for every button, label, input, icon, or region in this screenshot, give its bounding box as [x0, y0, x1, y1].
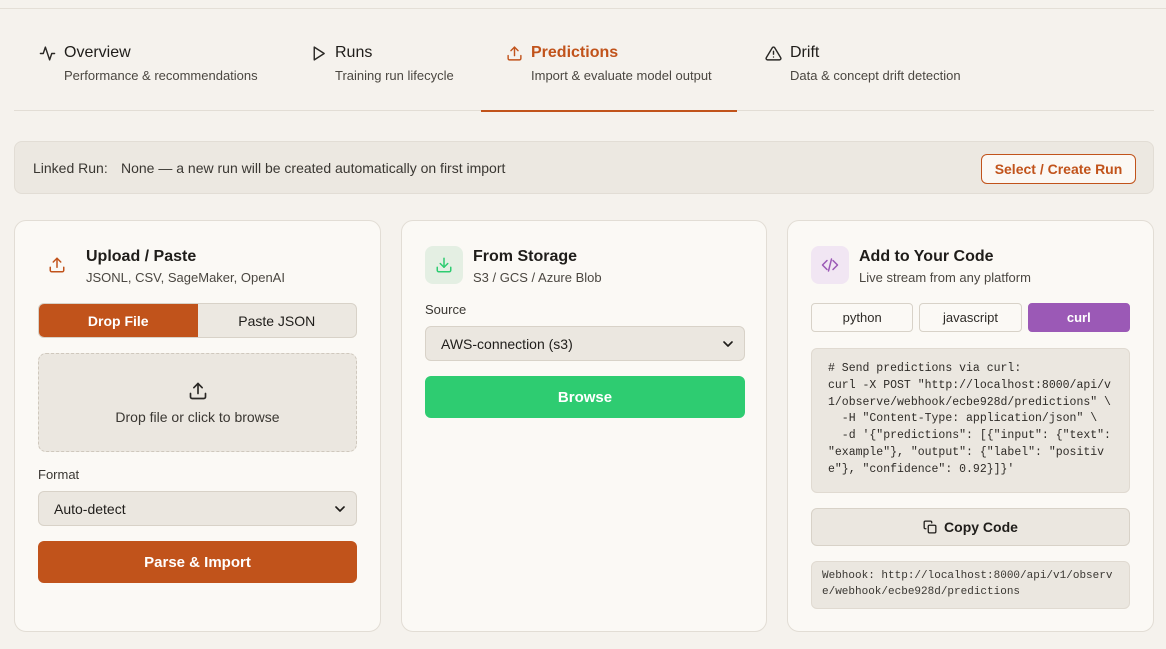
card-subtitle: JSONL, CSV, SageMaker, OpenAI: [86, 270, 285, 285]
code-snippet: # Send predictions via curl: curl -X POS…: [811, 348, 1130, 493]
tab-title: Overview: [64, 44, 131, 61]
card-title: From Storage: [473, 248, 578, 265]
language-tabs: python javascript curl: [811, 303, 1130, 332]
source-label: Source: [425, 302, 467, 317]
source-select-value: AWS-connection (s3): [441, 335, 573, 352]
file-drop-zone[interactable]: Drop file or click to browse: [38, 353, 357, 452]
tab-title: Runs: [335, 44, 373, 61]
tab-overview[interactable]: Overview Performance & recommendations: [39, 40, 258, 111]
tab-title: Drift: [790, 44, 820, 61]
language-tab-javascript[interactable]: javascript: [919, 303, 1022, 332]
drop-file-mode-button[interactable]: Drop File: [39, 304, 198, 337]
upload-icon: [506, 45, 523, 62]
source-select[interactable]: AWS-connection (s3): [425, 326, 745, 361]
tab-subtitle: Training run lifecycle: [335, 68, 454, 83]
chevron-down-icon: [723, 341, 733, 347]
tab-subtitle: Import & evaluate model output: [531, 68, 712, 83]
tab-predictions[interactable]: Predictions Import & evaluate model outp…: [481, 40, 737, 112]
card-title: Upload / Paste: [86, 248, 197, 265]
tab-title: Predictions: [531, 44, 619, 61]
select-create-run-button[interactable]: Select / Create Run: [981, 154, 1136, 184]
upload-paste-card: Upload / Paste JSONL, CSV, SageMaker, Op…: [14, 220, 381, 632]
top-divider: [0, 8, 1166, 9]
add-to-code-card: Add to Your Code Live stream from any pl…: [787, 220, 1154, 632]
language-tab-curl[interactable]: curl: [1027, 303, 1130, 332]
language-tab-python[interactable]: python: [811, 303, 914, 332]
webhook-url: Webhook: http://localhost:8000/api/v1/ob…: [811, 561, 1130, 609]
card-subtitle: Live stream from any platform: [859, 270, 1031, 285]
linked-run-bar: Linked Run: None — a new run will be cre…: [14, 141, 1154, 194]
input-mode-toggle: Drop File Paste JSON: [38, 303, 357, 338]
tab-runs[interactable]: Runs Training run lifecycle: [310, 40, 454, 111]
activity-icon: [39, 45, 56, 62]
download-icon: [425, 246, 463, 284]
upload-icon: [189, 382, 206, 399]
warning-icon: [765, 45, 782, 62]
from-storage-card: From Storage S3 / GCS / Azure Blob Sourc…: [401, 220, 767, 632]
tab-subtitle: Data & concept drift detection: [790, 68, 961, 83]
copy-code-label: Copy Code: [944, 519, 1018, 535]
paste-json-mode-button[interactable]: Paste JSON: [198, 304, 357, 337]
card-subtitle: S3 / GCS / Azure Blob: [473, 270, 602, 285]
tab-bar: Overview Performance & recommendations R…: [14, 40, 1154, 112]
play-icon: [310, 45, 327, 62]
code-icon: [811, 246, 849, 284]
tab-drift[interactable]: Drift Data & concept drift detection: [765, 40, 961, 111]
chevron-down-icon: [335, 506, 345, 512]
format-select[interactable]: Auto-detect: [38, 491, 357, 526]
copy-icon: [923, 520, 937, 534]
drop-zone-text: Drop file or click to browse: [115, 408, 280, 425]
format-select-value: Auto-detect: [54, 500, 126, 517]
copy-code-button[interactable]: Copy Code: [811, 508, 1130, 546]
linked-run-label: Linked Run:: [33, 160, 108, 176]
linked-run-value: None — a new run will be created automat…: [121, 160, 506, 176]
browse-button[interactable]: Browse: [425, 376, 745, 418]
card-title: Add to Your Code: [859, 248, 994, 265]
upload-icon: [38, 246, 76, 284]
tab-subtitle: Performance & recommendations: [64, 68, 258, 83]
parse-import-button[interactable]: Parse & Import: [38, 541, 357, 583]
format-label: Format: [38, 467, 80, 482]
